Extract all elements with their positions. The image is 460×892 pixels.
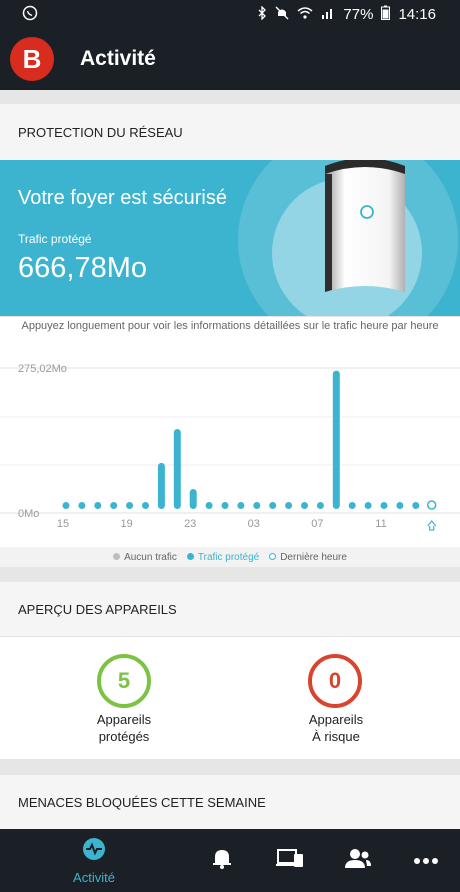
traffic-bar[interactable] bbox=[142, 502, 149, 509]
x-tick-label: 07 bbox=[311, 518, 323, 530]
traffic-bar[interactable] bbox=[269, 502, 277, 509]
bitdefender-logo: B bbox=[10, 37, 54, 81]
traffic-bar[interactable] bbox=[332, 370, 340, 509]
nav-notifications[interactable] bbox=[200, 829, 244, 892]
legend-dot-icon bbox=[186, 553, 194, 561]
mute-icon bbox=[275, 6, 289, 24]
traffic-bar[interactable] bbox=[396, 502, 404, 509]
x-tick-label: 11 bbox=[375, 518, 386, 530]
activity-icon bbox=[82, 837, 106, 866]
users-icon bbox=[344, 847, 372, 874]
traffic-bar[interactable] bbox=[157, 462, 165, 509]
battery-icon bbox=[381, 5, 391, 24]
traffic-bar[interactable] bbox=[285, 502, 293, 509]
network-status-card[interactable]: Votre foyer est sécurisé Trafic protégé … bbox=[0, 160, 460, 316]
more-icon bbox=[413, 852, 439, 870]
clock: 14:16 bbox=[398, 6, 436, 23]
protected-count-ring[interactable]: 5 bbox=[97, 654, 151, 708]
y-tick-label-min: 0Mo bbox=[18, 508, 39, 520]
traffic-bar[interactable] bbox=[94, 502, 102, 509]
protected-devices-label: Appareils protégés bbox=[96, 712, 152, 744]
traffic-bar[interactable] bbox=[173, 429, 181, 509]
app-bar: B Activité bbox=[0, 28, 460, 90]
traffic-bar[interactable] bbox=[412, 502, 420, 509]
legend-dot-icon bbox=[113, 553, 121, 561]
devices-section-header: APERÇU DES APPAREILS bbox=[0, 582, 460, 636]
page-title: Activité bbox=[80, 47, 156, 70]
whatsapp-icon bbox=[22, 5, 38, 25]
x-tick-label: 23 bbox=[184, 518, 196, 530]
nav-devices[interactable] bbox=[268, 829, 312, 892]
traffic-label: Trafic protégé bbox=[18, 232, 92, 246]
traffic-bar[interactable] bbox=[253, 502, 261, 509]
traffic-bar[interactable] bbox=[364, 502, 372, 509]
security-status: Votre foyer est sécurisé bbox=[18, 187, 227, 209]
legend-ring-icon bbox=[269, 553, 277, 561]
nav-activity[interactable]: Activité bbox=[56, 829, 132, 892]
threats-section-header: MENACES BLOQUÉES CETTE SEMAINE bbox=[0, 775, 460, 829]
legend-no-traffic: Aucun trafic bbox=[113, 552, 177, 563]
traffic-bar[interactable] bbox=[78, 502, 86, 509]
x-tick-label: 19 bbox=[120, 518, 132, 530]
x-tick-label: 15 bbox=[57, 518, 69, 530]
devices-icon bbox=[276, 848, 304, 873]
traffic-chart[interactable]: 275,02Mo 0Mo 15 19 23 03 07 11 bbox=[0, 337, 460, 547]
nav-activity-label: Activité bbox=[73, 869, 115, 885]
legend-last-hour: Dernière heure bbox=[269, 552, 347, 563]
bluetooth-icon bbox=[257, 4, 267, 24]
traffic-bar[interactable] bbox=[205, 502, 213, 509]
risk-count-ring[interactable]: 0 bbox=[308, 654, 362, 708]
signal-icon bbox=[321, 6, 335, 24]
traffic-chart-card[interactable]: 275,02Mo 0Mo 15 19 23 03 07 11 bbox=[0, 337, 460, 567]
box-device-image bbox=[325, 160, 405, 292]
nav-users[interactable] bbox=[336, 829, 380, 892]
traffic-value: 666,78Mo bbox=[18, 252, 147, 284]
traffic-bar[interactable] bbox=[301, 502, 308, 509]
x-tick-label: 03 bbox=[248, 518, 260, 530]
chart-legend: Aucun trafic Trafic protégé Dernière heu… bbox=[0, 547, 460, 567]
traffic-bar[interactable] bbox=[189, 489, 197, 509]
traffic-bar[interactable] bbox=[348, 502, 356, 509]
devices-overview-card[interactable]: 5 Appareils protégés 0 Appareils À risqu… bbox=[0, 637, 460, 759]
risk-devices-label: Appareils À risque bbox=[308, 712, 364, 744]
traffic-bar[interactable] bbox=[62, 502, 70, 509]
bottom-nav: Activité bbox=[0, 829, 460, 892]
last-hour-marker[interactable] bbox=[426, 500, 437, 510]
traffic-bar[interactable] bbox=[237, 502, 245, 509]
status-bar: 77% 14:16 bbox=[0, 0, 460, 28]
nav-more[interactable] bbox=[404, 829, 448, 892]
legend-protected: Trafic protégé bbox=[186, 552, 259, 563]
battery-percent: 77% bbox=[343, 6, 374, 23]
y-tick-label-max: 275,02Mo bbox=[18, 363, 67, 375]
traffic-bar[interactable] bbox=[221, 502, 229, 509]
scroll-up-arrow-icon[interactable] bbox=[427, 520, 437, 531]
traffic-bar[interactable] bbox=[110, 502, 118, 509]
bell-icon bbox=[211, 847, 233, 874]
traffic-bar[interactable] bbox=[380, 502, 388, 509]
traffic-bar[interactable] bbox=[126, 502, 134, 509]
network-section-header: PROTECTION DU RÉSEAU bbox=[0, 104, 460, 160]
traffic-bar[interactable] bbox=[316, 502, 324, 509]
chart-hint: Appuyez longuement pour voir les informa… bbox=[0, 317, 460, 337]
wifi-icon bbox=[297, 6, 313, 24]
